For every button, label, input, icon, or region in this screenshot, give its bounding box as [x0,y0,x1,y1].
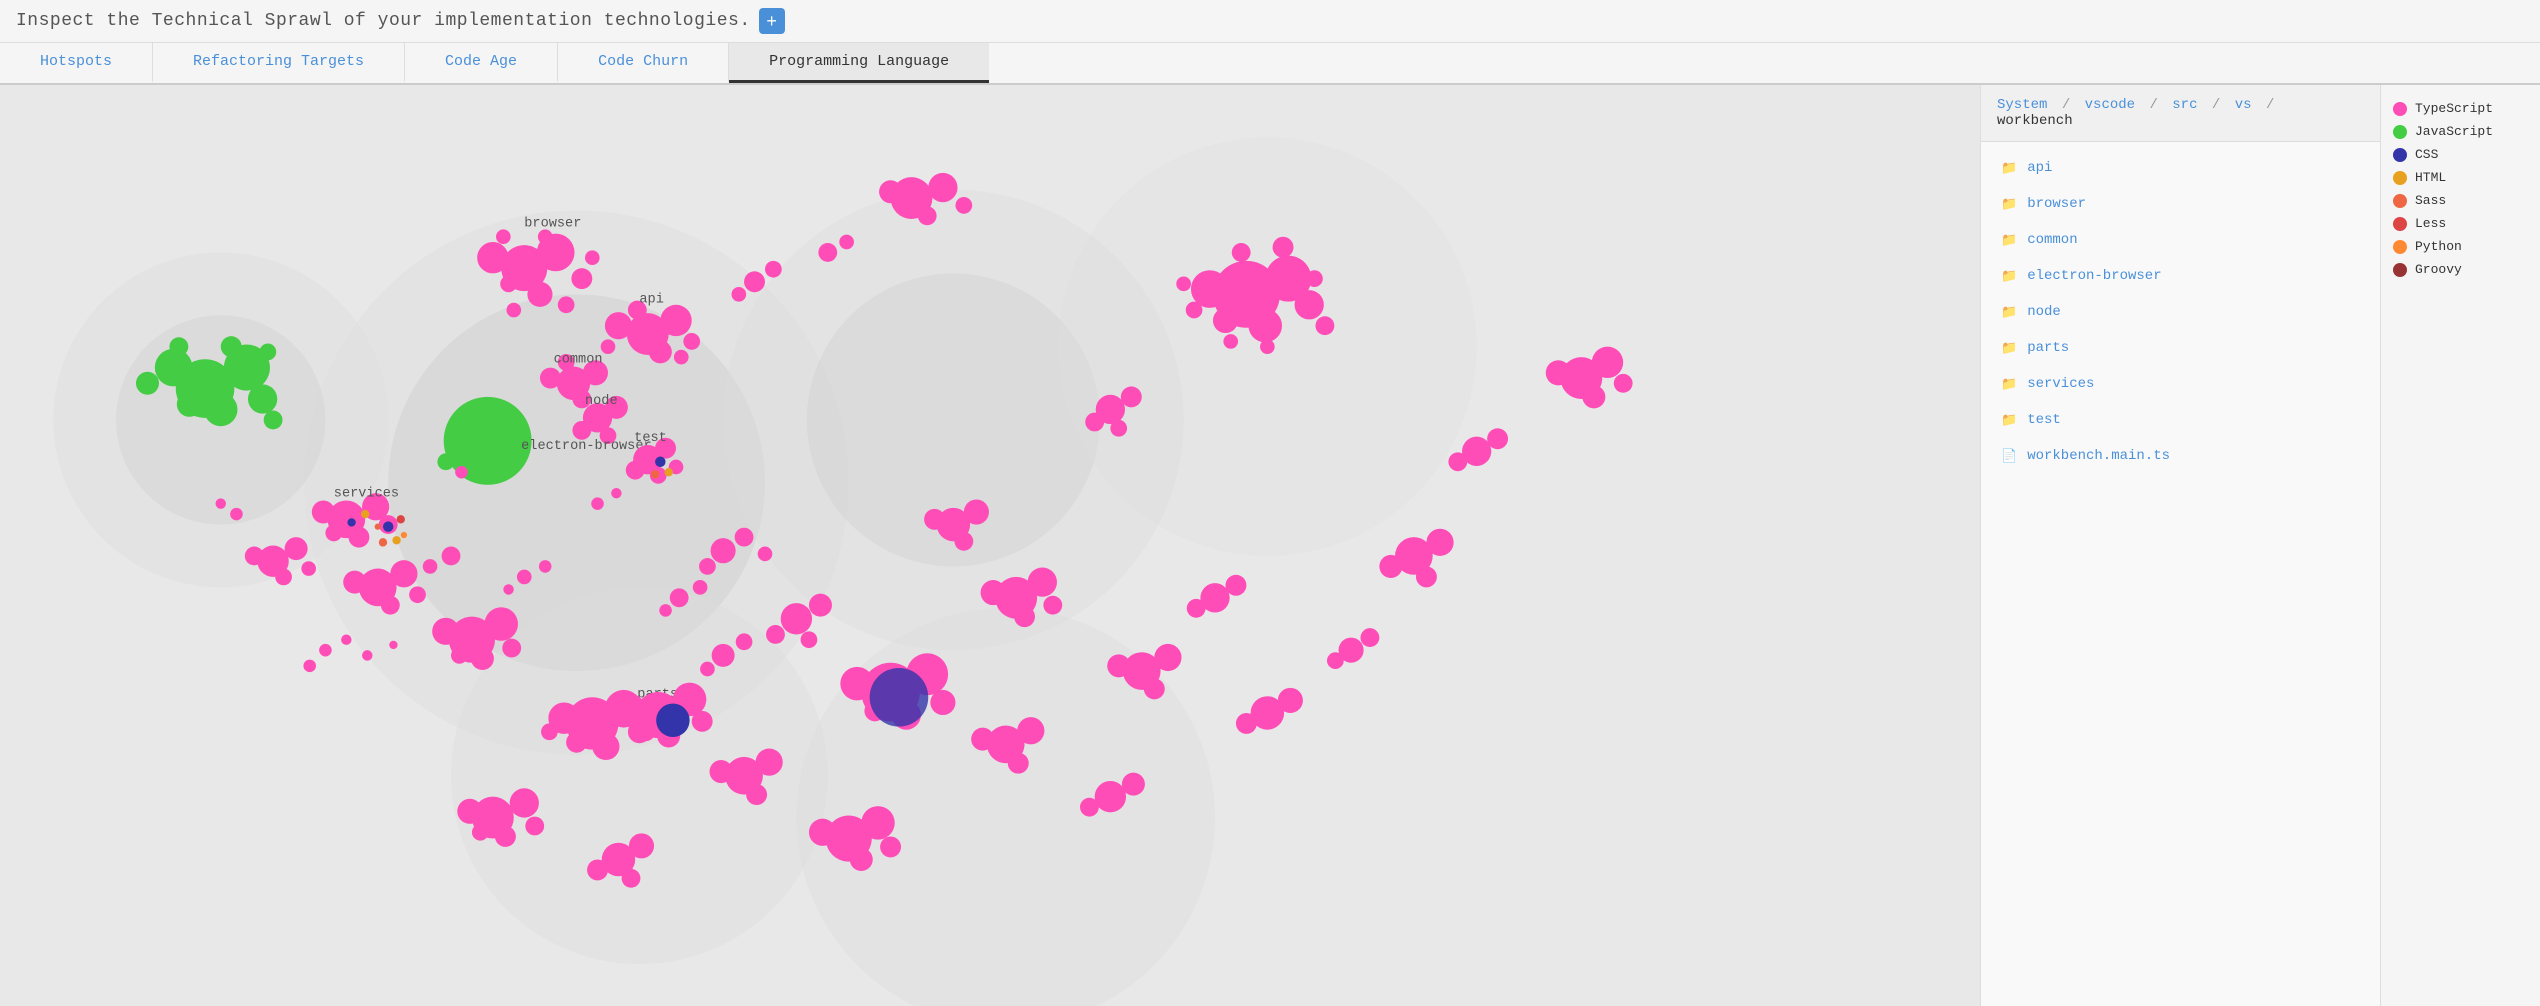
folder-icon-electron-browser: 📁 [2001,269,2017,284]
legend-dot-html [2393,171,2407,185]
legend-item-less: Less [2393,216,2528,231]
label-api: api [639,293,663,308]
file-item-common[interactable]: 📁 common [1981,222,2380,258]
header-bar: Inspect the Technical Sprawl of your imp… [0,0,2540,43]
legend-label-html: HTML [2415,170,2446,185]
legend-item-typescript: TypeScript [2393,101,2528,116]
legend-dot-css [2393,148,2407,162]
label-electron-browser: electron-browser [521,439,652,454]
legend-label-javascript: JavaScript [2415,124,2493,139]
file-name-parts: parts [2027,340,2069,356]
folder-icon-services: 📁 [2001,377,2017,392]
file-icon-ts: 📄 [2001,449,2017,464]
legend-label-css: CSS [2415,147,2438,162]
file-item-workbench-main[interactable]: 📄 workbench.main.ts [1981,438,2380,474]
file-name-services: services [2027,376,2094,392]
tab-hotspots[interactable]: Hotspots [0,43,153,83]
page-title: Inspect the Technical Sprawl of your imp… [16,11,751,31]
main-content: browser api common node e [0,85,2540,1006]
file-name-test: test [2027,412,2061,428]
file-name-api: api [2027,160,2052,176]
file-item-services[interactable]: 📁 services [1981,366,2380,402]
breadcrumb-workbench: workbench [1997,113,2073,129]
file-item-node[interactable]: 📁 node [1981,294,2380,330]
file-name-electron-browser: electron-browser [2027,268,2161,284]
label-services: services [334,486,399,501]
file-name-browser: browser [2027,196,2086,212]
right-panel: System / vscode / src / vs / workbench 📁… [1980,85,2380,1006]
folder-icon-common: 📁 [2001,233,2017,248]
legend-dot-javascript [2393,125,2407,139]
file-name-workbench-main: workbench.main.ts [2027,448,2170,464]
tab-refactoring[interactable]: Refactoring Targets [153,43,405,83]
legend-panel: TypeScript JavaScript CSS HTML Sass Less… [2380,85,2540,1006]
legend-dot-typescript [2393,102,2407,116]
folder-icon-node: 📁 [2001,305,2017,320]
file-item-parts[interactable]: 📁 parts [1981,330,2380,366]
legend-dot-python [2393,240,2407,254]
folder-icon-browser: 📁 [2001,197,2017,212]
legend-dot-sass [2393,194,2407,208]
folder-icon-test: 📁 [2001,413,2017,428]
label-browser: browser [524,216,581,231]
breadcrumb-src[interactable]: src [2172,97,2197,113]
legend-dot-groovy [2393,263,2407,277]
breadcrumb-vscode[interactable]: vscode [2085,97,2135,113]
folder-icon-parts: 📁 [2001,341,2017,356]
legend-label-sass: Sass [2415,193,2446,208]
breadcrumb-system[interactable]: System [1997,97,2047,113]
file-name-common: common [2027,232,2077,248]
legend-item-sass: Sass [2393,193,2528,208]
tab-programming-language[interactable]: Programming Language [729,43,989,83]
bubble-visualization: browser api common node e [0,85,1980,1006]
file-item-electron-browser[interactable]: 📁 electron-browser [1981,258,2380,294]
breadcrumb-sep-1: / [2062,97,2070,113]
legend-label-groovy: Groovy [2415,262,2462,277]
file-item-api[interactable]: 📁 api [1981,150,2380,186]
tab-code-age[interactable]: Code Age [405,43,558,83]
label-common: common [554,352,603,367]
legend-label-typescript: TypeScript [2415,101,2493,116]
legend-label-less: Less [2415,216,2446,231]
file-list: 📁 api 📁 browser 📁 common 📁 electron-brow… [1981,142,2380,1006]
folder-icon-api: 📁 [2001,161,2017,176]
legend-item-python: Python [2393,239,2528,254]
breadcrumb-sep-3: / [2212,97,2220,113]
legend-dot-less [2393,217,2407,231]
label-test: test [634,431,667,446]
file-item-browser[interactable]: 📁 browser [1981,186,2380,222]
label-node: node [585,394,618,409]
breadcrumb-sep-4: / [2266,97,2274,113]
legend-item-html: HTML [2393,170,2528,185]
legend-item-javascript: JavaScript [2393,124,2528,139]
legend-item-css: CSS [2393,147,2528,162]
file-item-test[interactable]: 📁 test [1981,402,2380,438]
breadcrumb-vs[interactable]: vs [2235,97,2252,113]
breadcrumb-sep-2: / [2149,97,2157,113]
file-name-node: node [2027,304,2061,320]
legend-label-python: Python [2415,239,2462,254]
legend-item-groovy: Groovy [2393,262,2528,277]
viz-area: browser api common node e [0,85,1980,1006]
breadcrumb: System / vscode / src / vs / workbench [1981,85,2380,142]
tabs-bar: Hotspots Refactoring Targets Code Age Co… [0,43,2540,85]
add-button[interactable]: + [759,8,785,34]
tab-code-churn[interactable]: Code Churn [558,43,729,83]
